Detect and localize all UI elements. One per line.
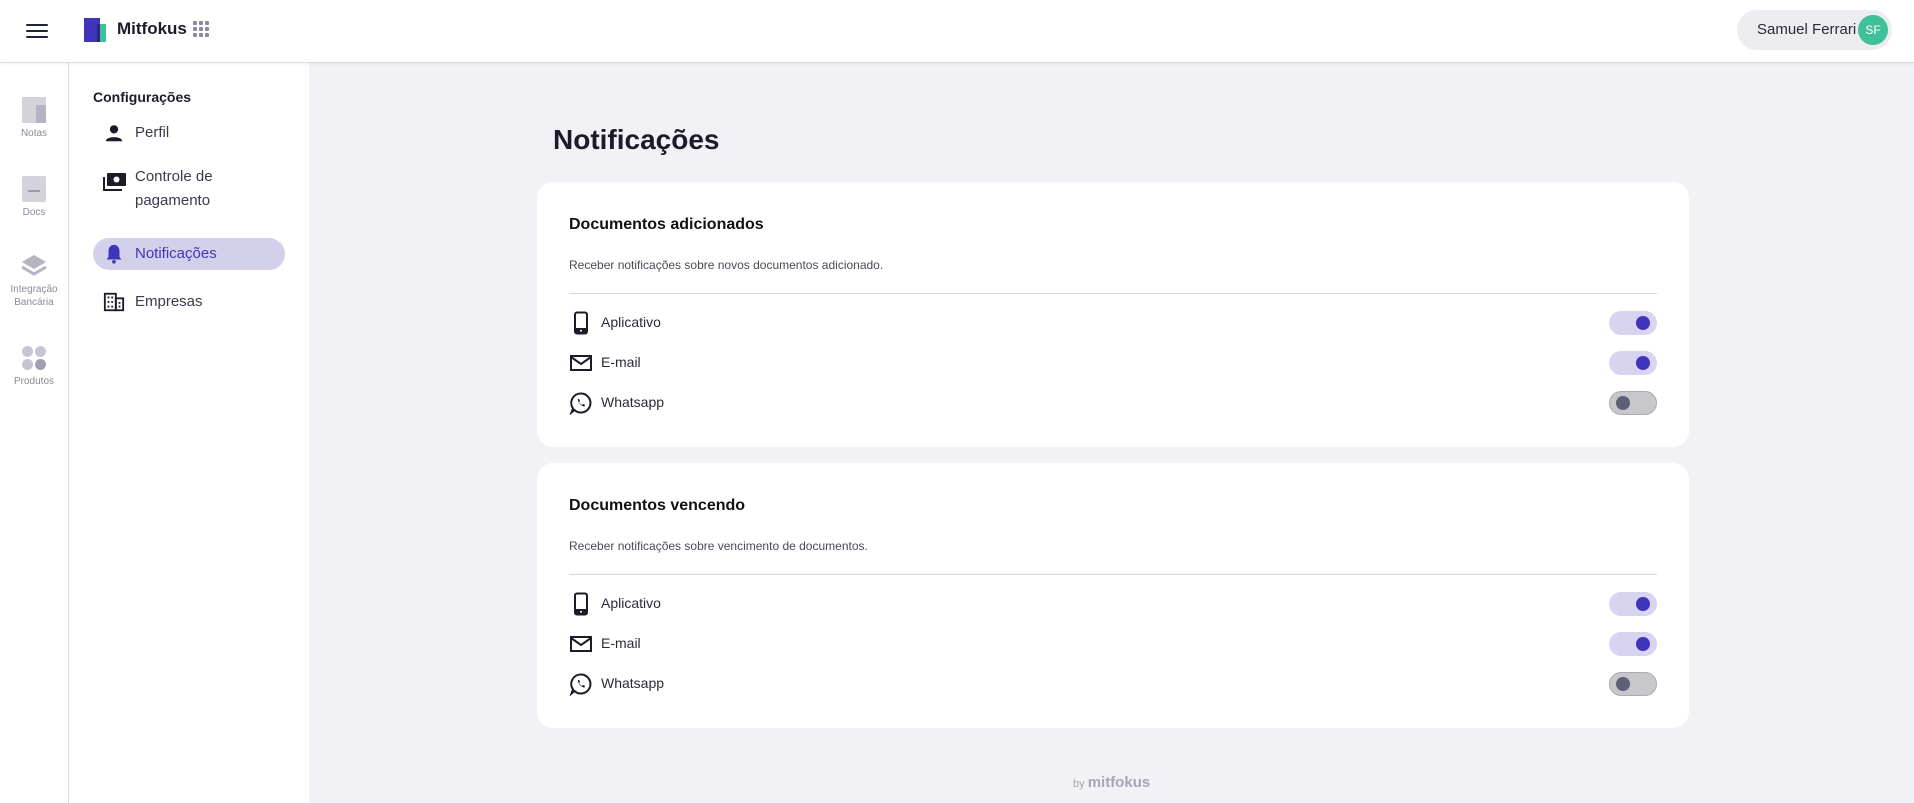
- mail-icon: [570, 355, 592, 371]
- section-card-documentos-vencendo: Documentos vencendo Receber notificações…: [537, 463, 1689, 728]
- docs-icon: [22, 176, 46, 202]
- divider: [569, 574, 1657, 575]
- section-description: Receber notificações sobre vencimento de…: [569, 539, 868, 553]
- nav-item-notificacoes[interactable]: Notificações: [93, 238, 285, 270]
- channel-row-email: E-mail: [569, 629, 1657, 659]
- page-title: Notificações: [553, 124, 720, 155]
- products-icon: [22, 346, 46, 370]
- toggle-whatsapp[interactable]: [1609, 672, 1657, 696]
- toggle-knob: [1636, 597, 1650, 611]
- whatsapp-icon: [569, 673, 592, 696]
- section-title: Documentos adicionados: [569, 216, 764, 233]
- mail-icon: [570, 636, 592, 652]
- nav-label: Perfil: [135, 124, 170, 141]
- mitfokus-logo: [84, 18, 106, 42]
- toggle-knob: [1636, 316, 1650, 330]
- nav-label: Empresas: [135, 293, 203, 310]
- toggle-knob: [1616, 396, 1630, 410]
- nav-item-perfil[interactable]: Perfil: [93, 117, 285, 149]
- avatar: SF: [1858, 15, 1888, 45]
- building-icon: [103, 292, 125, 312]
- whatsapp-icon: [569, 392, 592, 415]
- notes-icon: [22, 97, 46, 123]
- channel-label: E-mail: [601, 635, 641, 651]
- section-card-documentos-adicionados: Documentos adicionados Receber notificaç…: [537, 182, 1689, 447]
- bell-icon: [106, 244, 122, 264]
- phone-icon: [574, 592, 588, 616]
- nav-label: Controle de pagamento: [135, 168, 213, 209]
- channel-label: E-mail: [601, 354, 641, 370]
- footer-brand: by mitfokus: [1073, 774, 1150, 791]
- layers-icon: [21, 255, 47, 276]
- app-name[interactable]: Mitfokus: [117, 19, 187, 39]
- menu-icon[interactable]: [26, 20, 48, 40]
- section-description: Receber notificações sobre novos documen…: [569, 258, 884, 272]
- toggle-whatsapp[interactable]: [1609, 391, 1657, 415]
- rail-item-docs[interactable]: Docs: [0, 176, 68, 219]
- footer-brand-name: mitfokus: [1087, 774, 1151, 791]
- rail-item-notas[interactable]: Notas: [0, 97, 68, 140]
- top-bar: Mitfokus Samuel Ferrari SF: [0, 0, 1914, 63]
- channel-label: Whatsapp: [601, 394, 665, 410]
- user-name: Samuel Ferrari: [1757, 21, 1857, 38]
- settings-sidebar: Configurações Perfil Controle de pagamen…: [69, 63, 309, 803]
- channel-row-email: E-mail: [569, 348, 1657, 378]
- rail-item-produtos[interactable]: Produtos: [0, 345, 68, 388]
- rail-label: Docs: [22, 207, 46, 218]
- person-icon: [105, 125, 123, 142]
- divider: [569, 293, 1657, 294]
- rail-label: Integração Bancária: [10, 284, 58, 308]
- apps-grid-icon[interactable]: [193, 21, 211, 39]
- toggle-knob: [1636, 637, 1650, 651]
- section-title: Documentos vencendo: [569, 497, 746, 514]
- toggle-email[interactable]: [1609, 351, 1657, 375]
- nav-item-controle-pagamento[interactable]: Controle de pagamento: [93, 165, 285, 215]
- channel-row-whatsapp: Whatsapp: [569, 388, 1657, 418]
- user-menu[interactable]: Samuel Ferrari SF: [1737, 10, 1892, 50]
- channel-row-aplicativo: Aplicativo: [569, 589, 1657, 619]
- channel-label: Whatsapp: [601, 675, 665, 691]
- channel-label: Aplicativo: [601, 314, 661, 330]
- payment-icon: [103, 173, 126, 191]
- toggle-aplicativo[interactable]: [1609, 311, 1657, 335]
- channel-label: Aplicativo: [601, 595, 661, 611]
- settings-title: Configurações: [93, 89, 192, 105]
- toggle-knob: [1616, 677, 1630, 691]
- footer-by: by: [1073, 778, 1085, 790]
- toggle-aplicativo[interactable]: [1609, 592, 1657, 616]
- nav-label: Notificações: [135, 245, 217, 262]
- toggle-email[interactable]: [1609, 632, 1657, 656]
- rail-item-integracao[interactable]: Integração Bancária: [0, 253, 68, 309]
- rail-label: Notas: [20, 128, 48, 139]
- toggle-knob: [1636, 356, 1650, 370]
- channel-row-whatsapp: Whatsapp: [569, 669, 1657, 699]
- channel-row-aplicativo: Aplicativo: [569, 308, 1657, 338]
- nav-item-empresas[interactable]: Empresas: [93, 286, 285, 318]
- phone-icon: [574, 311, 588, 335]
- rail-label: Produtos: [13, 376, 55, 387]
- module-rail: Notas Docs Integração Bancária Produtos: [0, 63, 69, 803]
